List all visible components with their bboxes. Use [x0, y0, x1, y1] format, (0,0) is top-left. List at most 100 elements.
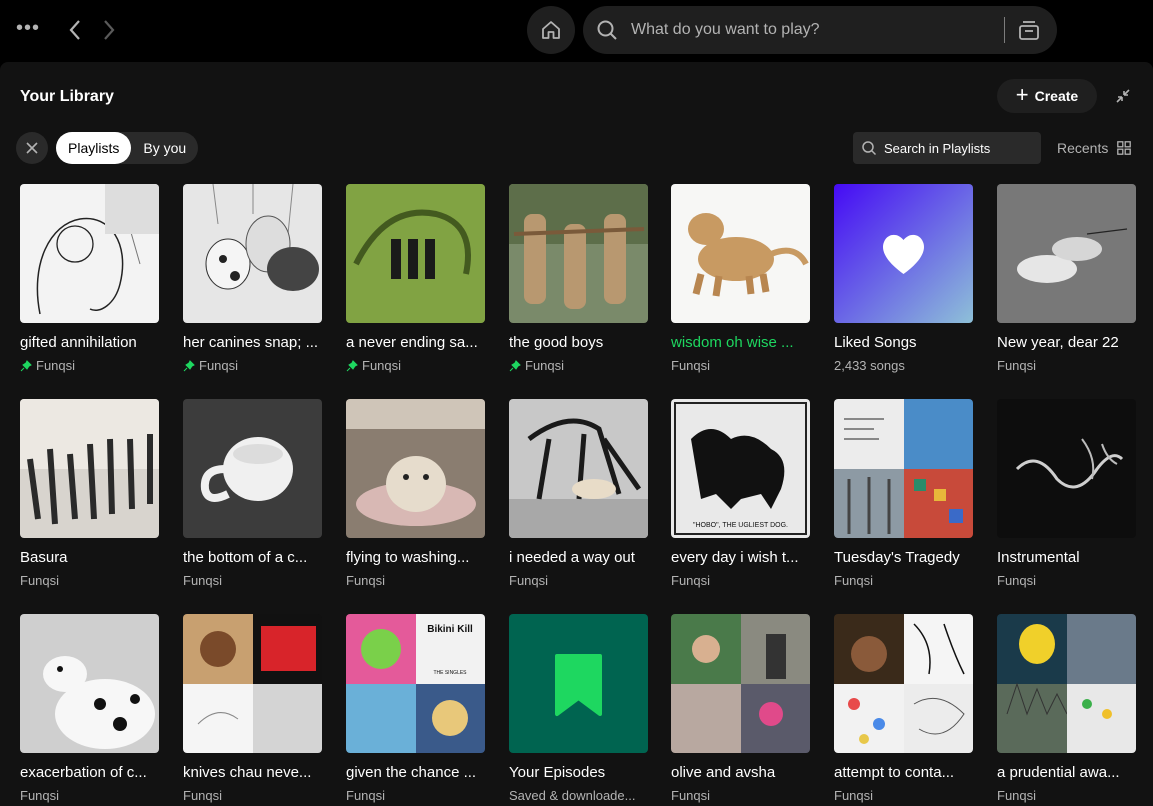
playlist-card[interactable]: a never ending sa... Funqsi [346, 184, 488, 373]
playlist-owner: Funqsi [834, 788, 874, 803]
playlist-subtitle: Saved & downloade... [509, 788, 649, 803]
playlist-owner: Funqsi [997, 573, 1037, 588]
playlist-owner: Funqsi [346, 788, 386, 803]
search-bar[interactable] [583, 6, 1057, 54]
playlist-title: wisdom oh wise ... [671, 334, 794, 351]
playlist-card[interactable]: flying to washing... Funqsi [346, 399, 488, 588]
playlist-subtitle: Funqsi [346, 788, 486, 803]
playlist-card[interactable]: a prudential awa... Funqsi [997, 614, 1139, 803]
playlist-subtitle: Funqsi [183, 358, 323, 373]
playlist-card[interactable]: attempt to conta... Funqsi [834, 614, 976, 803]
playlist-cover [183, 184, 322, 323]
playlist-card[interactable]: New year, dear 22 Funqsi [997, 184, 1139, 373]
playlist-owner: Funqsi [362, 358, 402, 373]
playlist-cover [20, 614, 159, 753]
playlist-cover [997, 614, 1136, 753]
song-count: 2,433 songs [834, 358, 905, 373]
playlist-owner: Funqsi [997, 788, 1037, 803]
playlist-card[interactable]: Bikini Kill THE SINGLES given the chance … [346, 614, 488, 803]
playlist-title: her canines snap; ... [183, 334, 319, 351]
library-title[interactable]: Your Library [20, 88, 114, 106]
create-button[interactable]: + Create [997, 79, 1097, 113]
playlist-owner: Funqsi [36, 358, 76, 373]
playlist-owner: Funqsi [671, 358, 711, 373]
create-label: Create [1034, 88, 1079, 104]
library-search-label: Search in Playlists [884, 140, 991, 156]
playlist-subtitle: Funqsi [20, 573, 160, 588]
clear-filter-button[interactable] [16, 132, 48, 164]
playlist-title: the good boys [509, 334, 604, 351]
playlist-subtitle: Funqsi [183, 788, 323, 803]
playlist-subtitle: Funqsi [509, 358, 649, 373]
playlist-subtitle: Funqsi [834, 573, 974, 588]
episodes-subtitle: Saved & downloade... [509, 788, 636, 803]
playlist-subtitle: Funqsi [20, 358, 160, 373]
search-input[interactable] [631, 6, 1004, 54]
playlist-title: knives chau neve... [183, 764, 312, 781]
playlist-owner: Funqsi [183, 573, 223, 588]
pin-icon [346, 359, 358, 371]
playlist-owner: Funqsi [671, 573, 711, 588]
playlist-title: gifted annihilation [20, 334, 137, 351]
forward-button[interactable] [98, 16, 120, 44]
search-divider [1004, 17, 1005, 43]
collapse-icon[interactable] [1114, 87, 1132, 105]
chip-by-you[interactable]: By you [131, 132, 198, 164]
playlist-owner: Funqsi [20, 573, 60, 588]
playlist-card[interactable]: wisdom oh wise ... Funqsi [671, 184, 813, 373]
playlist-title: given the chance ... [346, 764, 477, 781]
playlist-cover [834, 614, 973, 753]
liked-songs-card[interactable]: Liked Songs 2,433 songs [834, 184, 976, 373]
close-icon [26, 142, 38, 154]
home-button[interactable] [527, 6, 575, 54]
library-search[interactable]: Search in Playlists [853, 132, 1041, 164]
playlist-card[interactable]: Basura Funqsi [20, 399, 162, 588]
playlist-card[interactable]: i needed a way out Funqsi [509, 399, 651, 588]
sort-button[interactable]: Recents [1057, 140, 1132, 156]
more-options-icon[interactable]: ••• [16, 18, 42, 42]
playlist-owner: Funqsi [183, 788, 223, 803]
browse-icon[interactable] [1017, 18, 1041, 42]
playlist-owner: Funqsi [525, 358, 565, 373]
search-icon [862, 141, 877, 156]
pin-icon [20, 359, 32, 371]
playlist-card[interactable]: gifted annihilation Funqsi [20, 184, 162, 373]
your-episodes-cover [509, 614, 648, 753]
playlist-title: New year, dear 22 [997, 334, 1119, 351]
playlist-cover [20, 184, 159, 323]
playlist-cover [509, 399, 648, 538]
playlist-card[interactable]: the bottom of a c... Funqsi [183, 399, 325, 588]
playlist-card[interactable]: "HOBO", THE UGLIEST DOG. every day i wis… [671, 399, 813, 588]
playlist-card[interactable]: her canines snap; ... Funqsi [183, 184, 325, 373]
playlist-card[interactable]: exacerbation of c... Funqsi [20, 614, 162, 803]
playlist-card[interactable]: the good boys Funqsi [509, 184, 651, 373]
top-bar: ••• [0, 0, 1153, 62]
chip-playlists[interactable]: Playlists [56, 132, 132, 164]
playlist-title: flying to washing... [346, 549, 470, 566]
playlist-title: every day i wish t... [671, 549, 799, 566]
playlist-subtitle: Funqsi [346, 358, 486, 373]
playlist-title: Liked Songs [834, 334, 917, 351]
playlist-cover: Bikini Kill THE SINGLES [346, 614, 485, 753]
liked-songs-cover [834, 184, 973, 323]
playlist-title: a never ending sa... [346, 334, 478, 351]
playlist-subtitle: Funqsi [671, 358, 811, 373]
playlist-title: exacerbation of c... [20, 764, 147, 781]
playlist-owner: Funqsi [509, 573, 549, 588]
playlist-card[interactable]: Instrumental Funqsi [997, 399, 1139, 588]
playlist-owner: Funqsi [199, 358, 239, 373]
playlist-card[interactable]: Tuesday's Tragedy Funqsi [834, 399, 976, 588]
playlist-cover [997, 184, 1136, 323]
playlist-card[interactable]: olive and avsha Funqsi [671, 614, 813, 803]
playlist-cover [997, 399, 1136, 538]
playlist-card[interactable]: knives chau neve... Funqsi [183, 614, 325, 803]
cover-caption: "HOBO", THE UGLIEST DOG. [693, 522, 788, 529]
your-episodes-card[interactable]: Your Episodes Saved & downloade... [509, 614, 651, 803]
grid-view-icon [1117, 141, 1132, 155]
playlist-owner: Funqsi [997, 358, 1037, 373]
playlist-cover [346, 399, 485, 538]
cover-band-name: Bikini Kill [427, 624, 473, 635]
playlist-subtitle: Funqsi [997, 573, 1137, 588]
playlist-cover [834, 399, 973, 538]
back-button[interactable] [64, 16, 86, 44]
